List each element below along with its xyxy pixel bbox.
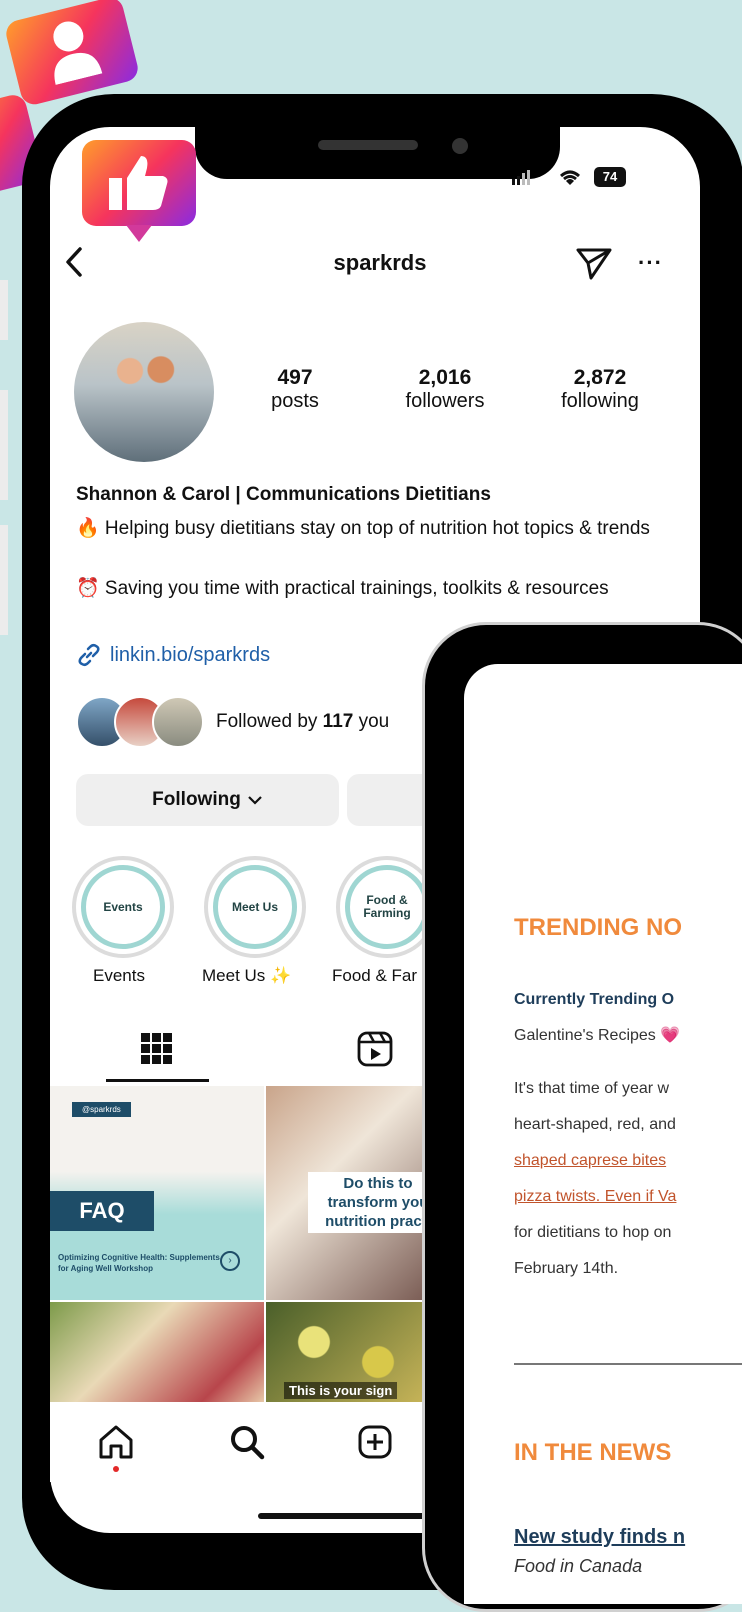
profile-display-name: Shannon & Carol | Communications Dietiti… [76, 484, 491, 505]
reels-tab-icon[interactable] [356, 1030, 394, 1068]
bio-link[interactable]: linkin.bio/sparkrds [76, 642, 270, 668]
following-stat[interactable]: 2,872 following [545, 366, 655, 413]
post-caption: Do this to transform you nutrition pract… [308, 1172, 426, 1233]
send-message-icon[interactable] [575, 247, 613, 281]
background-sliver [0, 280, 8, 340]
pizza-twists-line: pizza twists. Even if Va [514, 1188, 677, 1205]
newsletter-screen: TRENDING NO Currently Trending O Galenti… [464, 664, 742, 1604]
trending-heading: TRENDING NO [514, 914, 682, 941]
highlight-label: Events [93, 966, 145, 985]
newsletter-paragraph-line: February 14th. [514, 1260, 619, 1277]
phone-camera [452, 138, 468, 154]
user-icon [53, 21, 103, 85]
battery-indicator: 74 [594, 167, 626, 187]
bio-line-2: ⏰ Saving you time with practical trainin… [76, 578, 609, 599]
grid-tab-icon[interactable] [138, 1030, 176, 1068]
posts-stat[interactable]: 497 posts [250, 366, 340, 413]
followers-stat[interactable]: 2,016 followers [390, 366, 500, 413]
newsletter-paragraph-line: heart-shaped, red, and [514, 1116, 676, 1133]
profile-avatar[interactable] [74, 322, 214, 462]
more-options-icon[interactable]: ··· [638, 250, 663, 276]
post-tile[interactable] [50, 1302, 264, 1402]
post-tile[interactable]: Do this to transform you nutrition pract… [266, 1086, 426, 1300]
post-subtitle: Optimizing Cognitive Health: Supplements… [58, 1253, 220, 1273]
post-handle: @sparkrds [72, 1102, 131, 1117]
notification-dot [113, 1466, 119, 1472]
caprese-bites-link[interactable]: shaped caprese bites [514, 1146, 742, 1176]
phone-notch [195, 127, 560, 179]
wifi-icon [560, 170, 580, 185]
highlight-cover: Events [81, 865, 165, 949]
signal-icon [512, 170, 530, 185]
highlight-cover: Food & Farming [345, 865, 429, 949]
back-icon[interactable] [62, 245, 86, 279]
highlight-label: Meet Us ✨ [202, 966, 292, 985]
followers-label: followers [405, 390, 485, 412]
bio-link-text: linkin.bio/sparkrds [110, 643, 271, 666]
newsletter-paragraph-line: for dietitians to hop on [514, 1224, 672, 1241]
profile-username: sparkrds [333, 250, 427, 275]
story-highlight-meet-us[interactable]: Meet Us [204, 856, 306, 958]
highlight-label: Food & Far [332, 966, 418, 985]
following-button-label: Following [152, 789, 241, 810]
following-label: following [561, 390, 639, 412]
highlight-cover: Meet Us [213, 865, 297, 949]
phone-speaker [318, 140, 418, 150]
galentines-recipes-text: Galentine's Recipes 💗 [514, 1027, 681, 1044]
newsletter-paragraph-line: It's that time of year w [514, 1080, 670, 1097]
story-highlight-events[interactable]: Events [72, 856, 174, 958]
notification-badge-user [3, 0, 141, 108]
thumbs-up-icon [109, 156, 168, 210]
study-link[interactable]: New study finds n [514, 1526, 742, 1549]
search-icon[interactable] [228, 1424, 268, 1460]
currently-trending-title: Currently Trending O [514, 991, 675, 1008]
arrow-right-icon: › [220, 1251, 240, 1271]
post-tile[interactable]: This is your sign [266, 1302, 426, 1402]
followers-count: 2,016 [418, 366, 472, 389]
active-tab-indicator [106, 1079, 209, 1082]
post-heading: FAQ [50, 1191, 154, 1231]
posts-count: 497 [277, 366, 313, 389]
chevron-down-icon [248, 796, 262, 805]
in-the-news-heading: IN THE NEWS [514, 1439, 672, 1466]
following-count: 2,872 [573, 366, 627, 389]
section-divider [514, 1363, 742, 1365]
post-tile[interactable]: @sparkrds FAQ Optimizing Cognitive Healt… [50, 1086, 264, 1300]
followed-by-text: Followed by 117 you [216, 711, 390, 732]
home-icon[interactable] [96, 1424, 136, 1460]
create-post-icon[interactable] [357, 1424, 393, 1460]
background-sliver [0, 390, 8, 500]
mutual-avatars [76, 696, 204, 748]
followed-by-row[interactable]: Followed by 117 you [76, 696, 389, 748]
following-button[interactable]: Following [76, 774, 339, 826]
posts-label: posts [271, 390, 319, 412]
home-indicator [258, 1513, 428, 1519]
bio-line-1: 🔥 Helping busy dietitians stay on top of… [76, 518, 650, 539]
study-source: Food in Canada [514, 1556, 643, 1576]
notification-badge-like [82, 140, 196, 242]
link-icon [78, 643, 100, 667]
post-caption: This is your sign [284, 1382, 398, 1399]
background-sliver [0, 525, 8, 635]
